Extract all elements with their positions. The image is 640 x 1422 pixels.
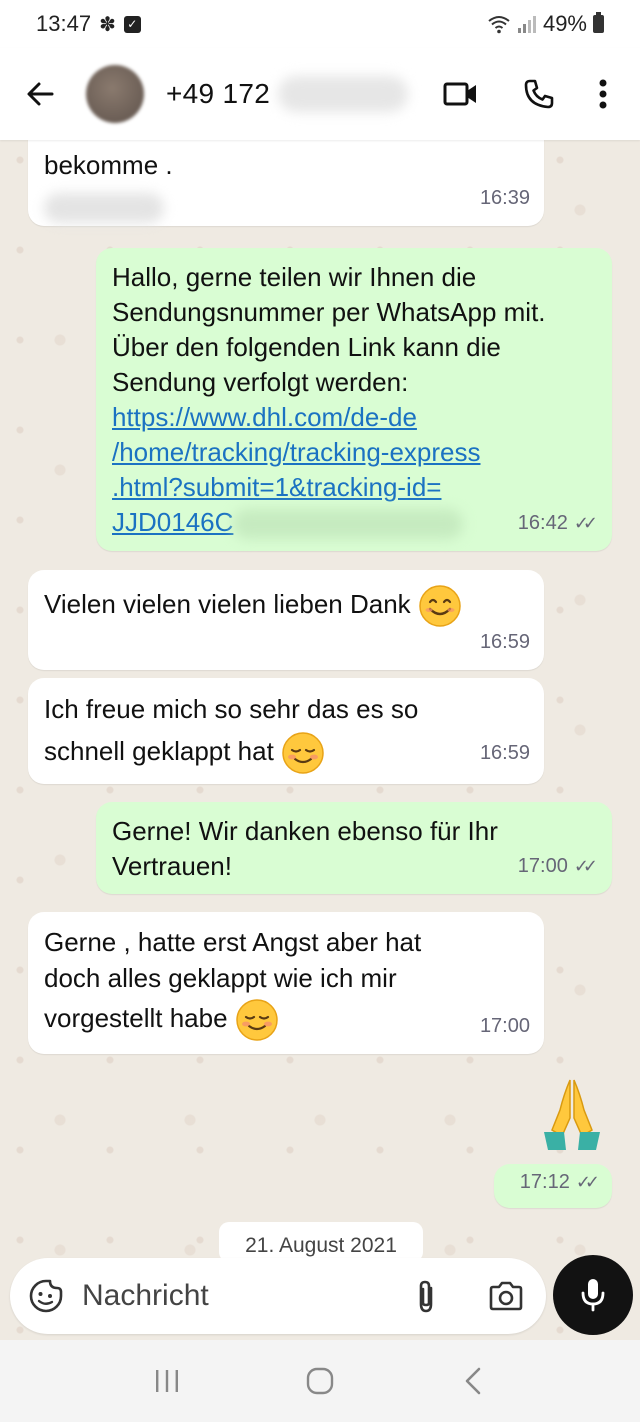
flower-notification-icon: ✽ (99, 13, 116, 36)
message-text-line: Ich freue mich so sehr das es so (44, 694, 419, 724)
redacted-number-blur (278, 76, 409, 112)
message-time: 16:39 (479, 187, 530, 209)
back-icon (466, 1367, 481, 1395)
message-text: Hallo, gerne teilen wir Ihnen die Sendun… (112, 262, 546, 397)
message-text-line: Gerne , hatte erst Angst aber hat (44, 927, 422, 957)
emoji-button[interactable] (10, 1278, 82, 1314)
chat-area[interactable]: bekomme . 16:39 Hallo, gerne teilen wir … (0, 140, 640, 1340)
message-time: 17:00 (479, 1015, 530, 1037)
voice-message-button[interactable] (553, 1255, 633, 1335)
system-back-button[interactable] (433, 1351, 513, 1411)
date-separator: 21. August 2021 (219, 1222, 423, 1262)
back-arrow-icon (27, 82, 54, 106)
phone-call-icon (524, 79, 554, 109)
system-navigation-bar (0, 1340, 640, 1422)
message-text-line: schnell geklappt hat (44, 730, 528, 775)
emoji-sticker-icon (29, 1279, 63, 1313)
avatar[interactable] (86, 65, 144, 123)
message-time: 16:59 (479, 631, 530, 653)
link-line: /home/tracking/tracking-express (112, 437, 481, 467)
microphone-icon (581, 1279, 605, 1312)
redacted-tracking-id-blur (233, 509, 464, 540)
attach-button[interactable] (386, 1278, 466, 1314)
video-call-icon (443, 82, 476, 106)
message-text-line: vorgestellt habe (44, 998, 528, 1042)
signal-icon (517, 16, 536, 33)
message-outgoing[interactable]: Gerne! Wir danken ebenso für Ihr Vertrau… (96, 802, 612, 894)
checkbox-notification-icon: ✓ (123, 15, 141, 33)
home-icon (306, 1367, 334, 1395)
camera-button[interactable] (466, 1280, 546, 1312)
message-composer[interactable]: Nachricht (10, 1258, 546, 1334)
message-time: 16:42 (517, 512, 568, 534)
more-options-button[interactable] (578, 48, 628, 140)
link-line: https://www.dhl.com/de-de (112, 402, 417, 432)
blushing-face-icon (236, 999, 278, 1041)
read-ticks-icon: ✓✓ (573, 856, 598, 876)
status-time: 13:47 (36, 11, 92, 36)
link-line: .html?submit=1&tracking-id= (112, 472, 442, 502)
read-ticks-icon: ✓✓ (575, 1172, 600, 1192)
video-call-button[interactable] (422, 48, 500, 140)
message-incoming[interactable]: bekomme . 16:39 (28, 140, 544, 226)
redacted-text-blur (44, 193, 164, 224)
message-incoming[interactable]: Vielen vielen vielen lieben Dank 16:59 (28, 570, 544, 670)
recent-apps-icon (155, 1370, 178, 1392)
paperclip-icon (419, 1280, 433, 1313)
message-text-line: doch alles geklappt wie ich mir (44, 963, 397, 993)
message-input[interactable]: Nachricht (82, 1279, 386, 1313)
message-incoming[interactable]: Ich freue mich so sehr das es so schnell… (28, 678, 544, 784)
message-text: Gerne! Wir danken ebenso für Ihr Vertrau… (112, 816, 498, 881)
wifi-icon (488, 16, 510, 34)
message-text: bekomme . (44, 150, 173, 180)
read-ticks-icon: ✓✓ (573, 513, 598, 533)
recent-apps-button[interactable] (127, 1351, 207, 1411)
folded-hands-icon (544, 1079, 600, 1150)
battery-percent: 49% (542, 11, 587, 36)
smiling-face-icon (419, 585, 461, 627)
home-button[interactable] (280, 1351, 360, 1411)
phone-call-button[interactable] (500, 48, 578, 140)
message-time: 17:00 (517, 855, 568, 877)
message-outgoing[interactable]: Hallo, gerne teilen wir Ihnen die Sendun… (96, 248, 612, 551)
camera-icon (489, 1281, 523, 1311)
more-options-icon (599, 79, 607, 109)
message-text: Vielen vielen vielen lieben Dank (44, 588, 411, 619)
chat-header: +49 172 (0, 48, 640, 140)
message-time: 17:12 (519, 1171, 570, 1193)
message-time: 16:59 (479, 742, 530, 764)
message-outgoing[interactable]: 17:12 ✓✓ (494, 1164, 612, 1208)
contact-number[interactable]: +49 172 (166, 78, 270, 110)
link-line: JJD0146C (112, 507, 234, 537)
blushing-face-icon (282, 732, 324, 774)
status-bar: 13:47 ✽ ✓ 49% (0, 0, 640, 48)
back-button[interactable] (0, 48, 80, 140)
message-incoming[interactable]: Gerne , hatte erst Angst aber hat doch a… (28, 912, 544, 1054)
message-outgoing-emoji[interactable] (540, 1074, 604, 1154)
battery-icon (593, 12, 604, 33)
